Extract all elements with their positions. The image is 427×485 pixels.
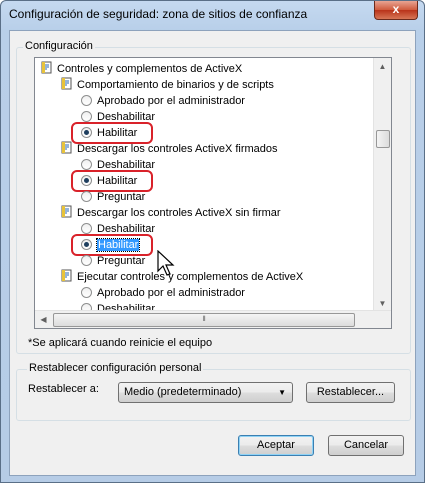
tree-item-label: Preguntar	[97, 191, 146, 203]
tree-item-label: Comportamiento de binarios y de scripts	[77, 79, 274, 91]
horizontal-scrollbar[interactable]: ◀ ⦀ ▶	[35, 310, 391, 328]
settings-category-icon	[41, 61, 52, 74]
horizontal-scroll-thumb[interactable]: ⦀	[53, 313, 355, 327]
radio-button[interactable]	[81, 159, 92, 170]
radio-button[interactable]	[81, 223, 92, 234]
window-title: Configuración de seguridad: zona de siti…	[9, 7, 308, 21]
tree-item-label: Preguntar	[97, 255, 146, 267]
tree-category[interactable]: Descargar los controles ActiveX sin firm…	[61, 205, 281, 221]
cancel-button[interactable]: Cancelar	[328, 435, 404, 456]
tree-item-label: Descargar los controles ActiveX firmados	[77, 143, 278, 155]
tree-category[interactable]: Descargar los controles ActiveX firmados	[61, 141, 278, 157]
settings-tree[interactable]: Controles y complementos de ActiveX Compo…	[34, 57, 392, 329]
settings-category-icon	[61, 269, 72, 282]
tree-category[interactable]: Comportamiento de binarios y de scripts	[61, 77, 274, 93]
tree-item-label: Ejecutar controles y complementos de Act…	[77, 271, 304, 283]
title-bar[interactable]: Configuración de seguridad: zona de siti…	[1, 1, 424, 29]
vertical-scroll-thumb[interactable]	[376, 130, 390, 148]
radio-button[interactable]	[81, 111, 92, 122]
reset-level-value: Medio (predeterminado)	[124, 386, 242, 398]
settings-category-icon	[61, 77, 72, 90]
dialog-window: Configuración de seguridad: zona de siti…	[0, 0, 425, 483]
reset-button[interactable]: Restablecer...	[306, 382, 395, 403]
radio-button[interactable]	[81, 287, 92, 298]
scroll-left-icon[interactable]: ◀	[35, 311, 52, 328]
settings-group-legend: Configuración	[23, 40, 95, 52]
dialog-client: Configuración Controles y complementos d…	[9, 30, 416, 476]
scroll-corner	[374, 311, 391, 328]
close-icon: x	[392, 2, 400, 16]
radio-button[interactable]	[81, 191, 92, 202]
mouse-cursor-icon	[157, 250, 175, 276]
tree-option-radio[interactable]: Preguntar	[81, 253, 145, 269]
tree-item-label: Descargar los controles ActiveX sin firm…	[77, 207, 281, 219]
tree-category[interactable]: Controles y complementos de ActiveX	[41, 61, 242, 77]
tree-option-radio[interactable]: Aprobado por el administrador	[81, 285, 245, 301]
chevron-down-icon: ▼	[278, 388, 286, 397]
settings-category-icon	[61, 141, 72, 154]
reset-level-select[interactable]: Medio (predeterminado) ▼	[118, 382, 293, 403]
reset-group-legend: Restablecer configuración personal	[27, 362, 204, 374]
vertical-scrollbar[interactable]: ▲ ▼	[373, 58, 391, 312]
radio-button[interactable]	[81, 95, 92, 106]
tree-item-label: Controles y complementos de ActiveX	[57, 63, 243, 75]
restart-note: *Se aplicará cuando reinicie el equipo	[28, 337, 213, 349]
tree-option-radio[interactable]: Aprobado por el administrador	[81, 93, 245, 109]
reset-to-label: Restablecer a:	[28, 383, 99, 395]
tree-item-label: Aprobado por el administrador	[97, 95, 245, 107]
tree-category[interactable]: Ejecutar controles y complementos de Act…	[61, 269, 303, 285]
close-button[interactable]: x	[374, 1, 418, 20]
tree-item-label: Aprobado por el administrador	[97, 287, 245, 299]
scroll-up-icon[interactable]: ▲	[374, 58, 391, 75]
radio-button[interactable]	[81, 255, 92, 266]
tree-option-radio[interactable]: Preguntar	[81, 189, 145, 205]
ok-button[interactable]: Aceptar	[238, 435, 314, 456]
settings-category-icon	[61, 205, 72, 218]
